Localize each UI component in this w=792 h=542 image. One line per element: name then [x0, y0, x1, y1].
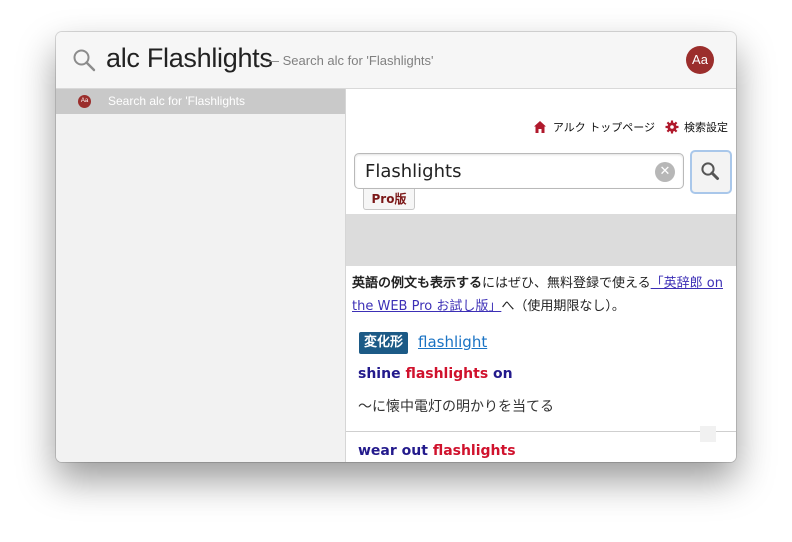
- pro-tab[interactable]: Pro版: [363, 189, 415, 210]
- home-icon: [534, 121, 547, 133]
- entry-highlight: flashlights: [432, 443, 516, 459]
- banner-placeholder: [346, 214, 736, 266]
- settings-link-label: 検索設定: [684, 121, 728, 134]
- divider: [346, 431, 736, 432]
- results-list: Aa Search alc for 'Flashlights: [56, 89, 346, 462]
- promo-text-body: にはぜひ、無料登録で使える: [482, 276, 651, 291]
- entry-heading: shine flashlights on: [358, 366, 513, 382]
- result-label: Search alc for 'Flashlights: [108, 94, 246, 108]
- promo-text: 英語の例文も表示するにはぜひ、無料登録で使える「英辞郎 on the WEB P…: [352, 272, 732, 318]
- settings-link[interactable]: 検索設定: [665, 119, 728, 135]
- promo-tail: へ（使用期限なし）。: [501, 299, 625, 314]
- search-value: Flashlights: [365, 161, 462, 182]
- entry-definition: 〜に懐中電灯の明かりを当てる: [358, 399, 554, 415]
- query-subtitle: — Search alc for 'Flashlights': [266, 53, 434, 68]
- app-icon: Aa: [686, 46, 714, 74]
- inflection-badge: 変化形: [359, 332, 409, 354]
- search-bar[interactable]: alc Flashlights — Search alc for 'Flashl…: [56, 32, 736, 89]
- search-button[interactable]: [690, 150, 732, 194]
- top-links: アルク トップページ 検索設定: [527, 119, 728, 135]
- search-icon: [73, 49, 96, 72]
- query-text[interactable]: alc Flashlights: [106, 43, 273, 74]
- home-link[interactable]: アルク トップページ: [533, 119, 655, 135]
- gear-icon: [665, 120, 678, 134]
- entry-heading: wear out flashlights: [358, 443, 516, 459]
- dictionary-search-input[interactable]: Flashlights ✕: [354, 153, 684, 189]
- alc-app-icon: Aa: [78, 95, 91, 108]
- preview-pane: アルク トップページ 検索設定 Flashlights ✕ Pro版 英語の例文…: [346, 89, 736, 462]
- home-link-label: アルク トップページ: [552, 121, 655, 134]
- scrollbar[interactable]: [700, 426, 716, 442]
- entry-highlight: flashlights: [405, 366, 489, 382]
- clear-icon[interactable]: ✕: [655, 162, 675, 182]
- entry-pre: shine: [358, 366, 406, 382]
- magnifier-icon: [701, 162, 719, 180]
- entry-pre: wear out: [358, 443, 433, 459]
- promo-bold: 英語の例文も表示する: [352, 276, 483, 291]
- spotlight-window: alc Flashlights — Search alc for 'Flashl…: [56, 32, 736, 462]
- result-item-selected[interactable]: Aa Search alc for 'Flashlights: [56, 89, 345, 114]
- entry-post: on: [488, 366, 513, 382]
- inflection-link[interactable]: flashlight: [418, 333, 487, 351]
